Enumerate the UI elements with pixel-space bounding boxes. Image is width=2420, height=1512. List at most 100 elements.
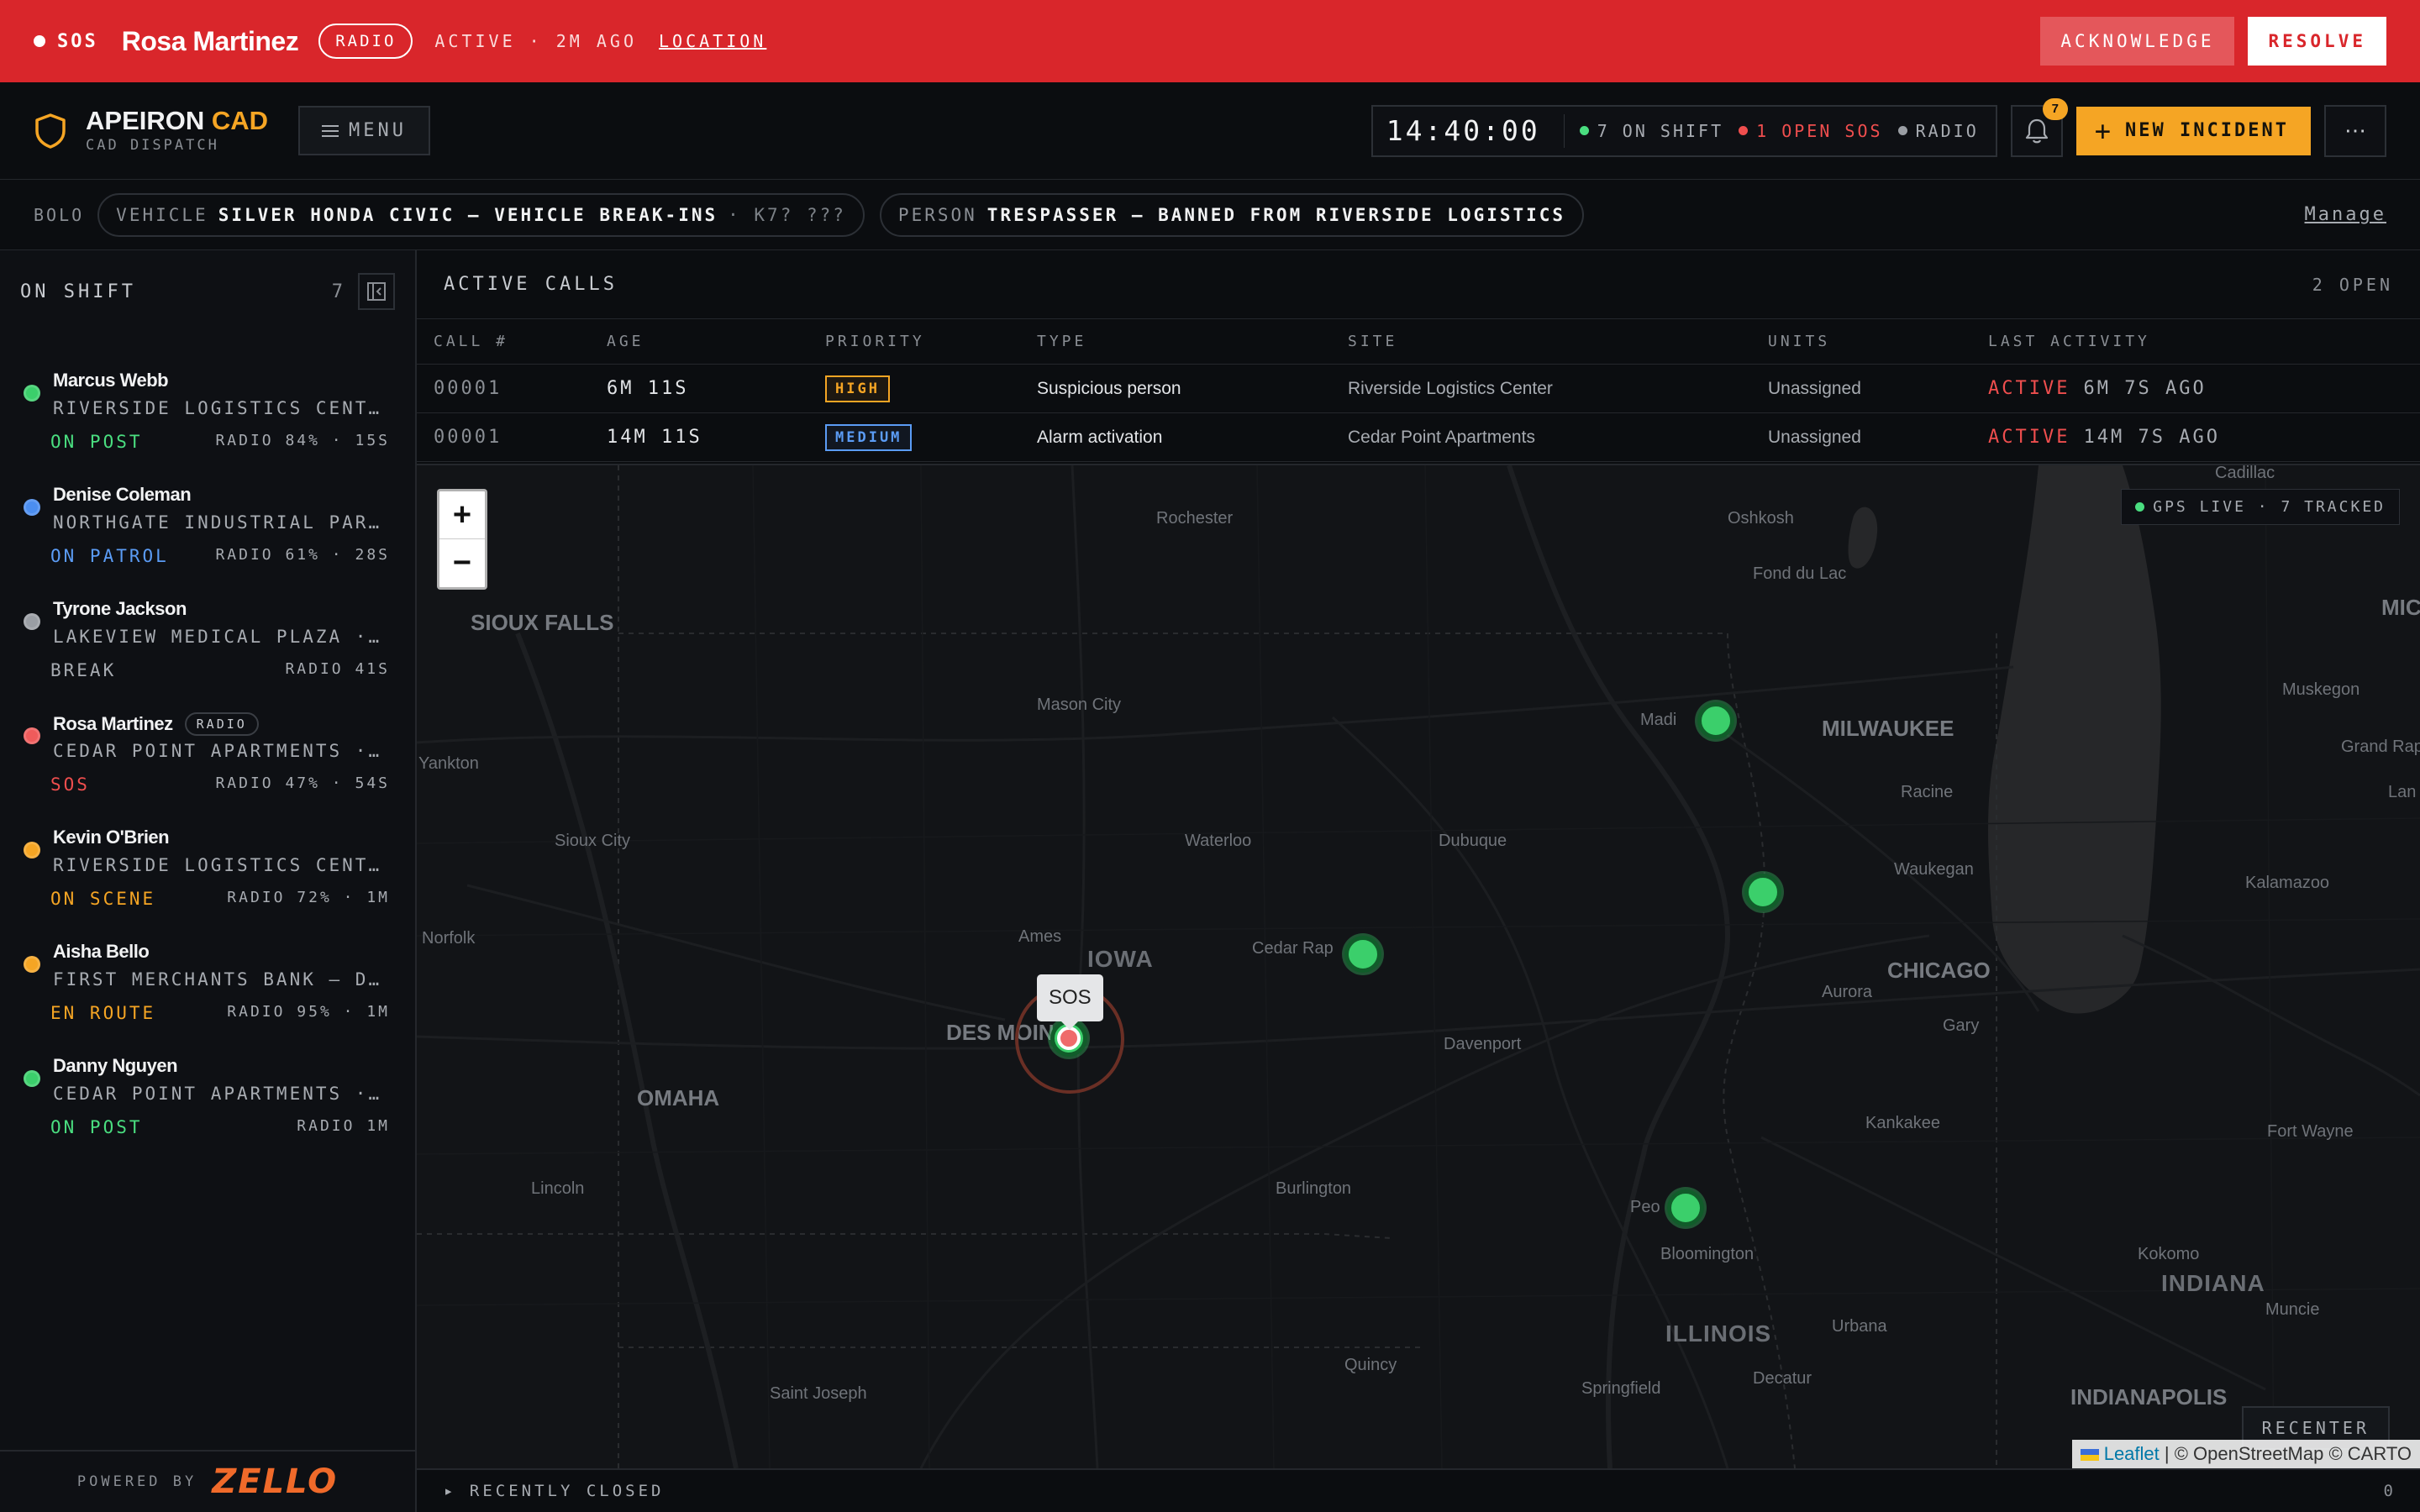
bolo-chip-vehicle[interactable]: VEHICLE SILVER HONDA CIVIC — VEHICLE BRE… <box>97 192 865 237</box>
officer-name: Denise Coleman <box>53 484 192 505</box>
zoom-in-button[interactable]: + <box>439 491 485 539</box>
bolo-text: TRESPASSER — BANNED FROM RIVERSIDE LOGIS… <box>986 204 1566 225</box>
sos-location-link[interactable]: LOCATION <box>659 31 766 51</box>
sidebar-title: ON SHIFT <box>20 281 136 302</box>
map-place-label: Burlington <box>1276 1179 1352 1198</box>
officer-item[interactable]: Danny Nguyen CEDAR POINT APARTMENTS · ON… <box>0 1042 417 1156</box>
gps-live-dot <box>2135 502 2145 512</box>
map-place-label: Urbana <box>1832 1317 1887 1336</box>
officer-status-dot <box>24 727 40 744</box>
sos-status: ACTIVE · 2M AGO <box>434 31 638 51</box>
map-place-label: Lan <box>2388 783 2417 801</box>
collapse-sidebar-button[interactable] <box>358 273 395 310</box>
call-units: Unassigned <box>1768 378 1861 398</box>
officer-item[interactable]: Aisha Bello FIRST MERCHANTS BANK — DOW… … <box>0 927 417 1042</box>
unit-marker[interactable] <box>1344 936 1381 973</box>
on-shift-status: 7 ON SHIFT <box>1579 121 1723 141</box>
sos-marker[interactable] <box>1057 1026 1081 1050</box>
brand: APEIRON CAD CAD DISPATCH <box>34 108 268 154</box>
menu-button[interactable]: MENU <box>298 106 431 155</box>
map-place-label: Madi <box>1640 711 1677 729</box>
bolo-chip-person[interactable]: PERSON TRESPASSER — BANNED FROM RIVERSID… <box>879 192 1585 237</box>
column-header[interactable]: LAST ACTIVITY <box>1988 319 2150 364</box>
map-place-label: Yankton <box>418 754 479 773</box>
map-place-label: Quincy <box>1344 1356 1397 1374</box>
officer-radio-meta: RADIO 95% · 1M <box>227 1003 390 1021</box>
officer-radio-meta: RADIO 1M <box>297 1117 390 1135</box>
map-place-label: Gary <box>1943 1016 1980 1035</box>
column-header[interactable]: AGE <box>607 319 644 364</box>
officer-name: Rosa Martinez RADIO <box>53 712 259 736</box>
column-header[interactable]: TYPE <box>1037 319 1086 364</box>
zello-logo: ZELLO <box>212 1462 339 1501</box>
officer-status-dot <box>24 499 40 516</box>
unit-marker[interactable] <box>1744 874 1781 911</box>
leaflet-link[interactable]: Leaflet <box>2104 1443 2160 1464</box>
brand-name: APEIRON <box>86 105 205 135</box>
calls-table: CALL # AGE PRIORITY TYPE SITE UNITS LAST… <box>417 319 2420 462</box>
officer-radio-meta: RADIO 41S <box>285 660 390 678</box>
shield-icon <box>35 113 66 149</box>
officer-site: RIVERSIDE LOGISTICS CENTER… <box>53 855 389 875</box>
map-place-label: Fond du Lac <box>1753 564 1847 583</box>
officer-site: RIVERSIDE LOGISTICS CENTER… <box>53 398 389 418</box>
brand-suffix: CAD <box>211 105 269 135</box>
bolo-kind: VEHICLE <box>116 204 208 225</box>
unit-marker[interactable] <box>1697 702 1734 739</box>
new-incident-button[interactable]: + NEW INCIDENT <box>2075 106 2311 155</box>
recently-closed-count: 0 <box>2383 1482 2393 1500</box>
officer-item[interactable]: Rosa Martinez RADIO CEDAR POINT APARTMENT… <box>0 699 417 813</box>
menu-label: MENU <box>349 120 408 141</box>
officer-state: SOS <box>50 774 90 795</box>
sos-label: SOS <box>57 30 98 52</box>
officer-status-dot <box>24 1070 40 1087</box>
zoom-out-button[interactable]: − <box>439 539 485 587</box>
sos-banner: SOS Rosa Martinez RADIO ACTIVE · 2M AGO … <box>0 0 2420 82</box>
officer-state: ON POST <box>50 432 143 452</box>
call-type: Suspicious person <box>1037 378 1181 398</box>
officer-state: BREAK <box>50 660 117 680</box>
table-row[interactable]: 00001 6M 11S HIGH Suspicious person Rive… <box>417 365 2420 413</box>
call-last-activity: ACTIVE 6M 7S AGO <box>1988 378 2207 399</box>
open-sos-status: 1 OPEN SOS <box>1739 121 1882 141</box>
more-options-button[interactable]: ⋯ <box>2324 104 2386 157</box>
priority-badge: MEDIUM <box>825 423 913 451</box>
officer-item[interactable]: Tyrone Jackson LAKEVIEW MEDICAL PLAZA · … <box>0 585 417 699</box>
map-place-label: Saint Joseph <box>770 1384 867 1403</box>
column-header[interactable]: CALL # <box>434 319 508 364</box>
bolo-kind: PERSON <box>897 204 977 225</box>
unit-marker[interactable] <box>1667 1189 1704 1226</box>
officer-item[interactable]: Marcus Webb RIVERSIDE LOGISTICS CENTER… … <box>0 356 417 470</box>
map-place-label: Bloomington <box>1660 1245 1754 1263</box>
map-place-label: Mason City <box>1037 696 1122 714</box>
bolo-manage-link[interactable]: Manage <box>2305 204 2386 225</box>
recently-closed-bar[interactable]: ▸ RECENTLY CLOSED 0 <box>417 1468 2420 1512</box>
map-place-label: Dubuque <box>1439 832 1507 850</box>
officer-state: EN ROUTE <box>50 1003 156 1023</box>
gps-status: GPS LIVE · 7 TRACKED <box>2121 489 2400 525</box>
map-place-label: Rochester <box>1156 509 1234 528</box>
map-place-label: INDIANAPOLIS <box>2070 1384 2228 1410</box>
map-view[interactable]: Rochester Oshkosh Cadillac Fond du Lac S… <box>417 465 2420 1468</box>
officer-item[interactable]: Denise Coleman NORTHGATE INDUSTRIAL PARK… <box>0 470 417 585</box>
officer-name: Aisha Bello <box>53 941 150 962</box>
plus-icon: + <box>2094 114 2114 147</box>
officer-radio-meta: RADIO 47% · 54S <box>215 774 390 792</box>
officer-status-dot <box>24 956 40 973</box>
call-priority: MEDIUM <box>825 413 913 461</box>
status-bar: 14:40:00 7 ON SHIFT 1 OPEN SOS RADIO <box>1370 104 1997 157</box>
map-place-label: Muskegon <box>2282 680 2360 699</box>
more-horizontal-icon: ⋯ <box>2344 118 2366 143</box>
clock: 14:40:00 <box>1386 114 1540 147</box>
table-row[interactable]: 00001 14M 11S MEDIUM Alarm activation Ce… <box>417 413 2420 462</box>
resolve-button[interactable]: RESOLVE <box>2248 17 2386 66</box>
notifications-button[interactable]: 7 <box>2010 97 2068 157</box>
acknowledge-button[interactable]: ACKNOWLEDGE <box>2040 17 2235 66</box>
map-place-label: SIOUX FALLS <box>471 610 614 635</box>
column-header[interactable]: UNITS <box>1768 319 1830 364</box>
attribution-text: | © OpenStreetMap © CARTO <box>2164 1443 2412 1464</box>
call-number: 00001 <box>434 378 502 399</box>
officer-item[interactable]: Kevin O'Brien RIVERSIDE LOGISTICS CENTER… <box>0 813 417 927</box>
column-header[interactable]: SITE <box>1348 319 1397 364</box>
column-header[interactable]: PRIORITY <box>825 319 925 364</box>
